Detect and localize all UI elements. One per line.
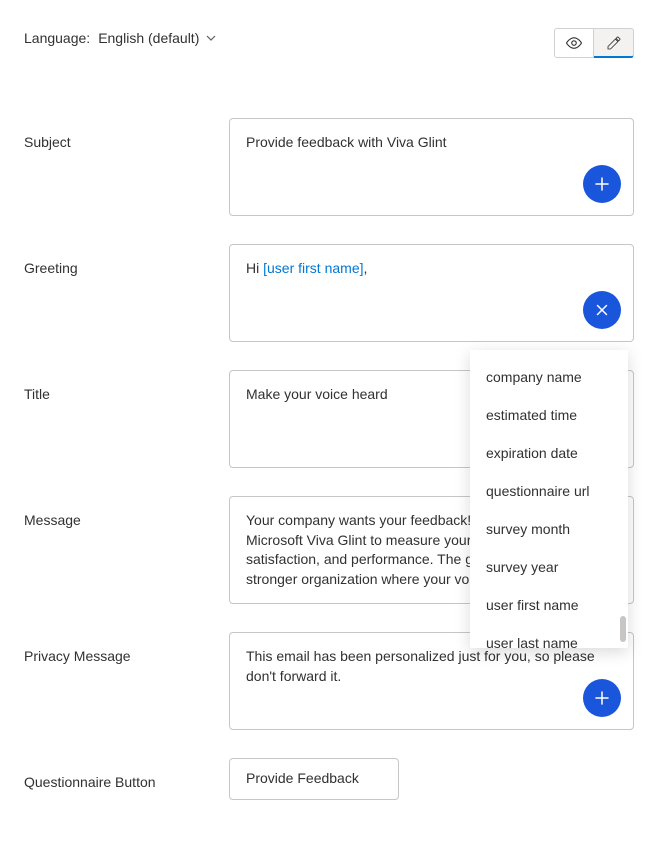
macro-option-questionnaire-url[interactable]: questionnaire url bbox=[470, 472, 628, 510]
language-selector[interactable]: English (default) bbox=[98, 30, 217, 46]
plus-icon bbox=[593, 689, 611, 707]
title-label: Title bbox=[24, 370, 229, 402]
view-mode-toggle bbox=[554, 28, 634, 58]
message-label: Message bbox=[24, 496, 229, 528]
privacy-text: This email has been personalized just fo… bbox=[246, 648, 595, 684]
subject-label: Subject bbox=[24, 118, 229, 150]
macro-option-survey-month[interactable]: survey month bbox=[470, 510, 628, 548]
questionnaire-button-text: Provide Feedback bbox=[246, 770, 359, 786]
scrollbar-thumb[interactable] bbox=[620, 616, 626, 642]
preview-button[interactable] bbox=[554, 28, 594, 58]
macro-token: [user first name] bbox=[263, 260, 363, 276]
edit-button[interactable] bbox=[594, 28, 634, 58]
subject-text: Provide feedback with Viva Glint bbox=[246, 134, 447, 150]
plus-icon bbox=[593, 175, 611, 193]
questionnaire-button-label: Questionnaire Button bbox=[24, 758, 229, 790]
chevron-down-icon bbox=[205, 32, 217, 44]
macro-option-estimated-time[interactable]: estimated time bbox=[470, 396, 628, 434]
close-macro-button[interactable] bbox=[583, 291, 621, 329]
macro-option-company-name[interactable]: company name bbox=[470, 358, 628, 396]
macro-option-user-first-name[interactable]: user first name bbox=[470, 586, 628, 624]
add-macro-button[interactable] bbox=[583, 165, 621, 203]
macro-dropdown: company name estimated time expiration d… bbox=[470, 350, 628, 648]
pencil-icon bbox=[606, 35, 622, 51]
subject-input[interactable]: Provide feedback with Viva Glint bbox=[229, 118, 634, 216]
title-text: Make your voice heard bbox=[246, 386, 388, 402]
privacy-label: Privacy Message bbox=[24, 632, 229, 664]
close-icon bbox=[593, 301, 611, 319]
macro-option-survey-year[interactable]: survey year bbox=[470, 548, 628, 586]
eye-icon bbox=[565, 34, 583, 52]
greeting-input[interactable]: Hi [user first name], bbox=[229, 244, 634, 342]
greeting-text: Hi [user first name], bbox=[246, 260, 367, 276]
macro-option-expiration-date[interactable]: expiration date bbox=[470, 434, 628, 472]
language-label: Language: bbox=[24, 30, 90, 46]
questionnaire-button-input[interactable]: Provide Feedback bbox=[229, 758, 399, 800]
add-macro-button[interactable] bbox=[583, 679, 621, 717]
macro-option-user-last-name[interactable]: user last name bbox=[470, 624, 628, 648]
language-value: English (default) bbox=[98, 30, 199, 46]
greeting-label: Greeting bbox=[24, 244, 229, 276]
